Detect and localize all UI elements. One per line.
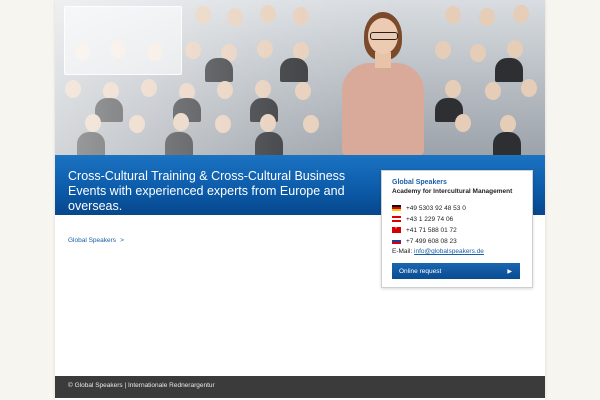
play-arrow-icon: ▶ [507, 268, 512, 275]
phone-row-switzerland: +41 71 588 01 72 [392, 224, 457, 235]
russia-flag-icon [392, 238, 401, 244]
phone-row-austria: +43 1 229 74 06 [392, 214, 453, 224]
online-request-label: Online request [399, 267, 442, 275]
email-label: E-Mail: [392, 248, 413, 255]
phone-number: +49 5303 92 48 53 0 [406, 204, 466, 212]
email-row: E-Mail: info@globalspeakers.de [392, 248, 484, 255]
austria-flag-icon [392, 216, 401, 222]
phone-row-russia: +7 499 608 08 23 [392, 236, 457, 246]
hero-image [55, 0, 545, 155]
footer-text: © Global Speakers | Internationale Redne… [68, 382, 215, 389]
footer: © Global Speakers | Internationale Redne… [55, 376, 545, 398]
breadcrumb-separator: > [120, 237, 124, 244]
phone-row-germany: +49 5303 92 48 53 0 [392, 203, 466, 213]
email-link[interactable]: info@globalspeakers.de [414, 248, 484, 255]
breadcrumb: Global Speakers > [68, 237, 124, 244]
speaker-figure [337, 8, 427, 155]
contact-title: Global Speakers [392, 179, 447, 186]
contact-card: Global Speakers Academy for Intercultura… [381, 170, 533, 288]
online-request-button[interactable]: Online request ▶ [392, 263, 520, 279]
germany-flag-icon [392, 205, 401, 211]
page-container: Cross-Cultural Training & Cross-Cultural… [55, 0, 545, 400]
phone-number: +41 71 588 01 72 [406, 226, 457, 234]
contact-subtitle: Academy for Intercultural Management [392, 188, 513, 195]
phone-number: +7 499 608 08 23 [406, 237, 457, 245]
breadcrumb-link-home[interactable]: Global Speakers [68, 237, 116, 244]
headline-text: Cross-Cultural Training & Cross-Cultural… [68, 169, 346, 213]
hero-glass-panel [64, 6, 182, 75]
phone-number: +43 1 229 74 06 [406, 215, 454, 223]
switzerland-flag-icon [392, 224, 401, 233]
